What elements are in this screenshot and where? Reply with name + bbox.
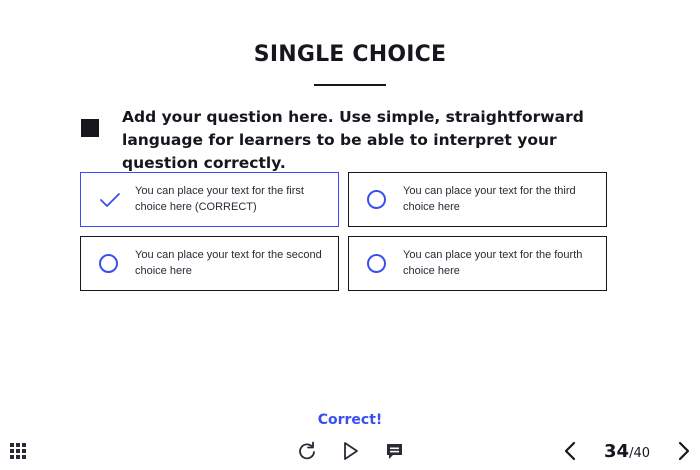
radio-icon	[99, 254, 119, 274]
check-icon	[99, 190, 120, 210]
total-pages: /40	[629, 446, 650, 461]
feedback-message: Correct!	[317, 412, 383, 428]
choice-label: You can place your text for the fourth c…	[403, 249, 583, 277]
question-text: Add your question here. Use simple, stra…	[122, 108, 584, 172]
replay-icon[interactable]	[297, 441, 317, 461]
page-counter: 34/40	[604, 441, 650, 463]
radio-icon	[367, 254, 387, 274]
choice-label: You can place your text for the first ch…	[135, 185, 304, 213]
choice-label: You can place your text for the third ch…	[403, 185, 576, 213]
chevron-right-icon[interactable]	[676, 441, 692, 461]
choice-option-2[interactable]: You can place your text for the second c…	[80, 236, 339, 291]
question-marker	[81, 119, 99, 137]
choice-option-3[interactable]: You can place your text for the third ch…	[348, 172, 607, 227]
choice-option-4[interactable]: You can place your text for the fourth c…	[348, 236, 607, 291]
captions-icon[interactable]	[385, 442, 404, 461]
chevron-left-icon[interactable]	[562, 441, 578, 461]
title-underline	[314, 84, 386, 86]
grid-menu-icon[interactable]	[10, 443, 27, 460]
choice-option-1[interactable]: You can place your text for the first ch…	[80, 172, 339, 227]
slide-title: SINGLE CHOICE	[253, 42, 447, 67]
radio-icon	[367, 190, 387, 210]
play-icon[interactable]	[342, 441, 360, 461]
current-page: 34	[604, 441, 630, 462]
choice-label: You can place your text for the second c…	[135, 249, 322, 277]
